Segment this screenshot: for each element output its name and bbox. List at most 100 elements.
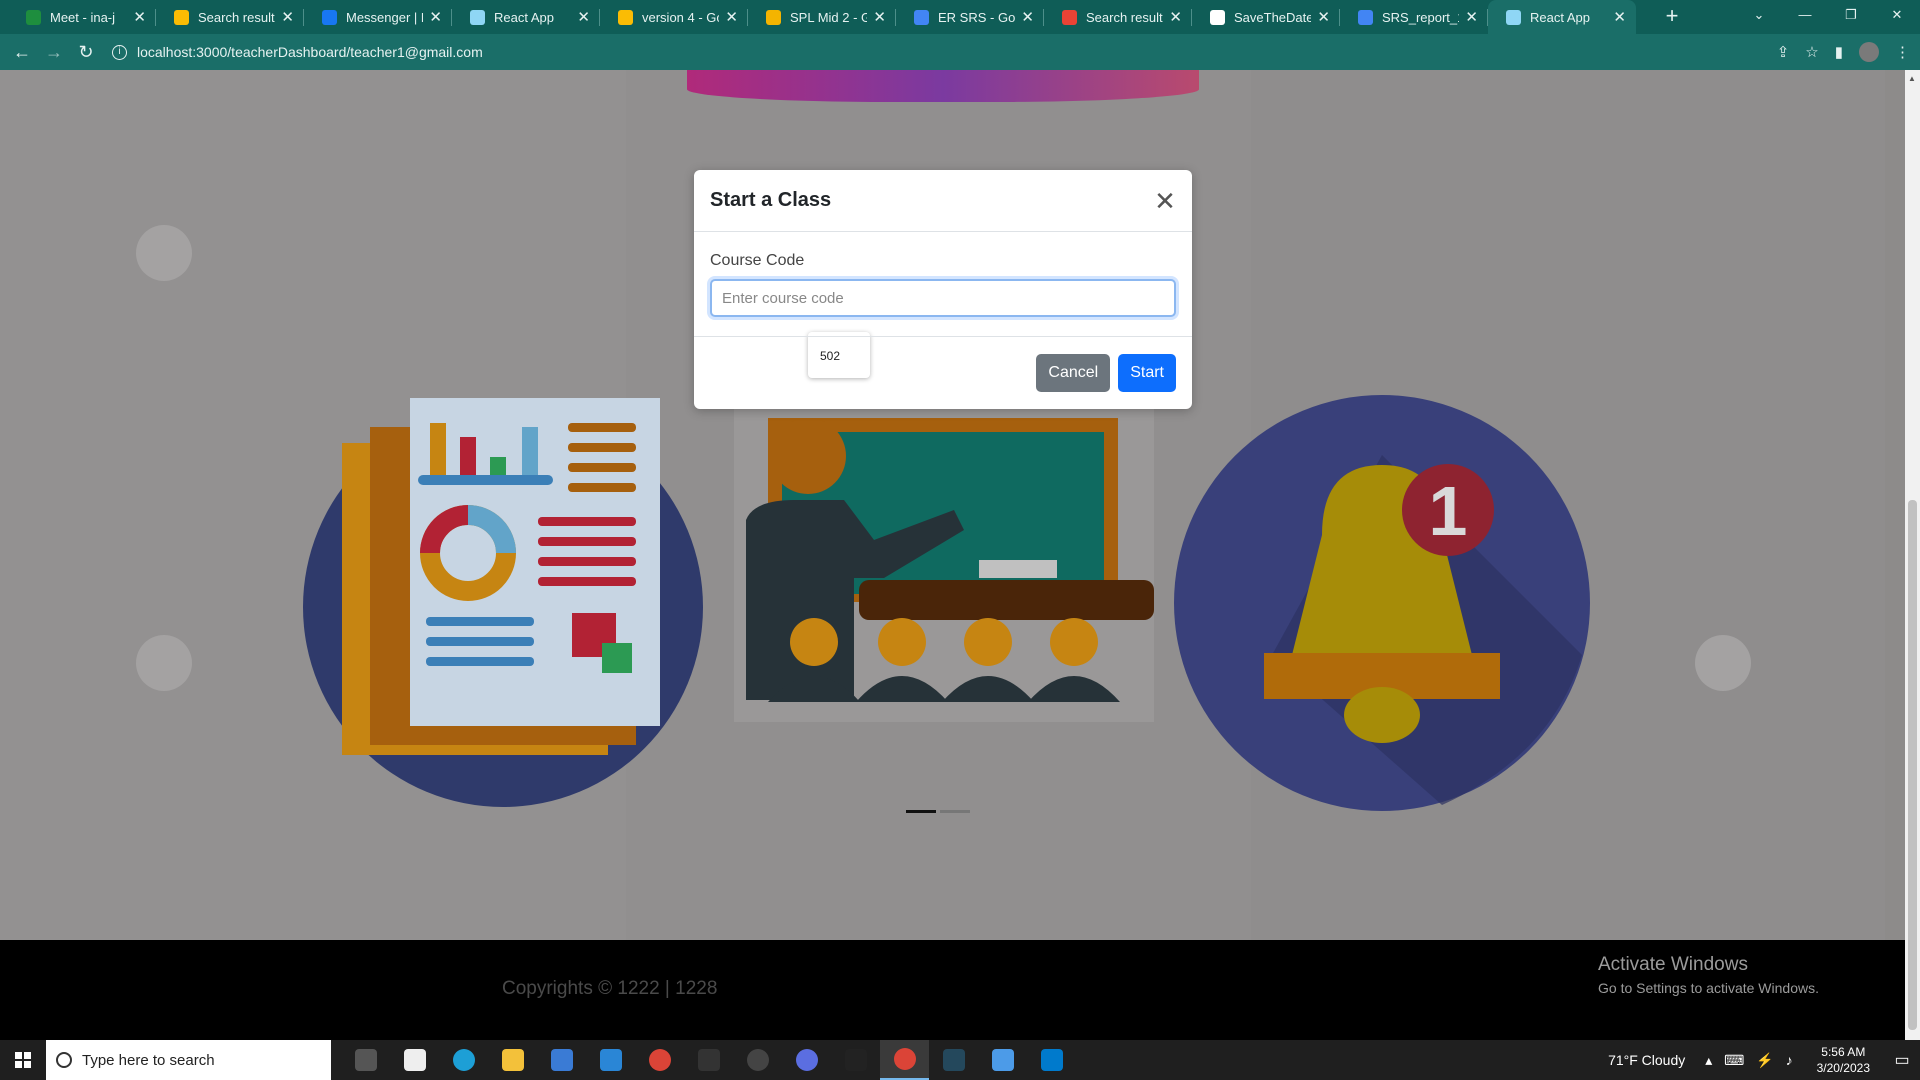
store-icon[interactable] — [537, 1040, 586, 1080]
taskbar-search-text: Type here to search — [82, 1051, 215, 1069]
chrome-active-icon[interactable] — [880, 1040, 929, 1080]
tab-close-icon[interactable]: ✕ — [1465, 8, 1478, 26]
modal-body: Course Code 502 — [694, 232, 1192, 378]
edge-icon[interactable] — [439, 1040, 488, 1080]
page-scrollbar[interactable]: ▲ — [1905, 70, 1920, 1040]
taskbar-search-box[interactable]: Type here to search — [46, 1040, 331, 1080]
tab-close-icon[interactable]: ✕ — [577, 8, 590, 26]
browser-tab[interactable]: React App ✕ — [1488, 0, 1636, 34]
forward-button[interactable]: → — [38, 42, 70, 63]
start-button[interactable] — [0, 1040, 46, 1080]
tab-title: SRS_report_122 — [1382, 9, 1459, 25]
scrollbar-thumb[interactable] — [1908, 500, 1917, 1030]
bell-illustration: 1 — [1174, 395, 1590, 811]
tab-title: Meet - ina-j — [50, 9, 116, 25]
browser-menu-icon[interactable]: ⋮ — [1895, 43, 1910, 61]
browser-tab[interactable]: Messenger | Fac ✕ — [304, 0, 452, 34]
browser-tab[interactable]: ER SRS - Googl ✕ — [896, 0, 1044, 34]
close-window-button[interactable]: ✕ — [1874, 0, 1920, 34]
activate-windows-watermark: Activate Windows Go to Settings to activ… — [1598, 954, 1819, 996]
notepad-icon[interactable] — [390, 1040, 439, 1080]
reload-button[interactable]: ↻ — [70, 42, 102, 63]
docs-icon — [914, 9, 929, 25]
system-tray: 71°F Cloudy ▴ ⌨ ⚡ ♪ 5:56 AM 3/20/2023 ▭ — [1608, 1040, 1920, 1080]
tab-close-icon[interactable]: ✕ — [873, 8, 886, 26]
minimize-button[interactable]: — — [1782, 0, 1828, 34]
windows-logo-icon — [15, 1052, 31, 1068]
browser-tab[interactable]: version 4 - Goo ✕ — [600, 0, 748, 34]
tab-close-icon[interactable]: ✕ — [1613, 8, 1626, 26]
clock-time: 5:56 AM — [1821, 1045, 1866, 1059]
reports-illustration — [303, 398, 703, 807]
back-button[interactable]: ← — [6, 42, 38, 63]
epic-games-icon[interactable] — [684, 1040, 733, 1080]
obs-icon[interactable] — [733, 1040, 782, 1080]
app-icon-2[interactable] — [831, 1040, 880, 1080]
tab-title: Search results - — [1086, 9, 1163, 25]
start-button[interactable]: Start — [1118, 354, 1176, 392]
browser-tab[interactable]: React App ✕ — [452, 0, 600, 34]
carousel-dot-2[interactable] — [940, 810, 970, 813]
vs-code-insiders-icon[interactable] — [929, 1040, 978, 1080]
vscode-icon[interactable] — [1027, 1040, 1076, 1080]
app-icon[interactable] — [782, 1040, 831, 1080]
tab-search-icon[interactable]: ⌄ — [1736, 0, 1782, 34]
side-panel-icon[interactable]: ▮ — [1835, 43, 1843, 61]
banner-top-gradient — [687, 70, 1199, 102]
browser-tab[interactable]: SaveTheDate_S ✕ — [1192, 0, 1340, 34]
browser-tab[interactable]: Meet - ina-j ✕ — [8, 0, 156, 34]
decor-circle — [136, 635, 192, 691]
tab-close-icon[interactable]: ✕ — [133, 8, 146, 26]
modal-title: Start a Class — [710, 189, 832, 211]
decor-circle — [136, 225, 192, 281]
notification-icon[interactable]: ▭ — [1884, 1050, 1920, 1070]
tab-title: SPL Mid 2 - Goo — [790, 9, 868, 25]
weather-widget[interactable]: 71°F Cloudy — [1608, 1052, 1685, 1068]
restore-button[interactable]: ❐ — [1828, 0, 1874, 34]
browser-tab[interactable]: Search results - ✕ — [1044, 0, 1192, 34]
tab-close-icon[interactable]: ✕ — [1317, 8, 1330, 26]
share-icon[interactable]: ⇪ — [1777, 43, 1790, 61]
clock[interactable]: 5:56 AM 3/20/2023 — [1817, 1044, 1870, 1076]
page-content: 1 Start a Class ✕ Course Code 502 Cancel… — [0, 70, 1905, 940]
scroll-up-icon[interactable]: ▲ — [1908, 74, 1916, 83]
tab-close-icon[interactable]: ✕ — [1169, 8, 1182, 26]
clock-date: 3/20/2023 — [1816, 1061, 1870, 1075]
new-tab-button[interactable]: + — [1655, 0, 1689, 34]
github-icon — [1210, 9, 1225, 25]
tray-icons[interactable]: ▴ ⌨ ⚡ ♪ — [1705, 1052, 1796, 1069]
react-icon — [1506, 9, 1521, 25]
gmail-icon — [1062, 9, 1077, 25]
url-text: localhost:3000/teacherDashboard/teacher1… — [137, 44, 483, 60]
drive-icon — [174, 9, 189, 25]
tab-close-icon[interactable]: ✕ — [429, 8, 442, 26]
docs-icon — [1358, 9, 1373, 25]
tab-close-icon[interactable]: ✕ — [1021, 8, 1034, 26]
tab-title: React App — [1530, 9, 1590, 25]
carousel-dot-1[interactable] — [906, 810, 936, 813]
site-info-icon[interactable]: i — [112, 44, 127, 60]
close-icon[interactable]: ✕ — [1154, 188, 1176, 214]
mail-icon[interactable] — [586, 1040, 635, 1080]
chrome-icon[interactable] — [635, 1040, 684, 1080]
paint-icon[interactable] — [978, 1040, 1027, 1080]
toolbar-actions: ⇪ ☆ ▮ ⋮ — [1777, 34, 1910, 70]
browser-tab[interactable]: SPL Mid 2 - Goo ✕ — [748, 0, 896, 34]
browser-tab[interactable]: Search results - ✕ — [156, 0, 304, 34]
bookmark-star-icon[interactable]: ☆ — [1805, 43, 1818, 61]
file-explorer-icon[interactable] — [488, 1040, 537, 1080]
task-view-icon[interactable] — [341, 1040, 390, 1080]
tab-title: Search results - — [198, 9, 275, 25]
modal-footer: Cancel Start — [694, 336, 1192, 409]
window-controls: ⌄ — ❐ ✕ — [1736, 0, 1920, 34]
tab-title: React App — [494, 9, 554, 25]
url-field[interactable]: i localhost:3000/teacherDashboard/teache… — [112, 44, 483, 60]
facebook-icon — [322, 9, 337, 25]
tab-close-icon[interactable]: ✕ — [281, 8, 294, 26]
browser-tab[interactable]: SRS_report_122 ✕ — [1340, 0, 1488, 34]
cancel-button[interactable]: Cancel — [1036, 354, 1111, 392]
browser-tab-strip: + ⌄ — ❐ ✕ Meet - ina-j ✕ Search results - ✕… — [0, 0, 1920, 34]
course-code-input[interactable] — [710, 279, 1176, 317]
profile-avatar[interactable] — [1859, 42, 1879, 62]
tab-close-icon[interactable]: ✕ — [725, 8, 738, 26]
